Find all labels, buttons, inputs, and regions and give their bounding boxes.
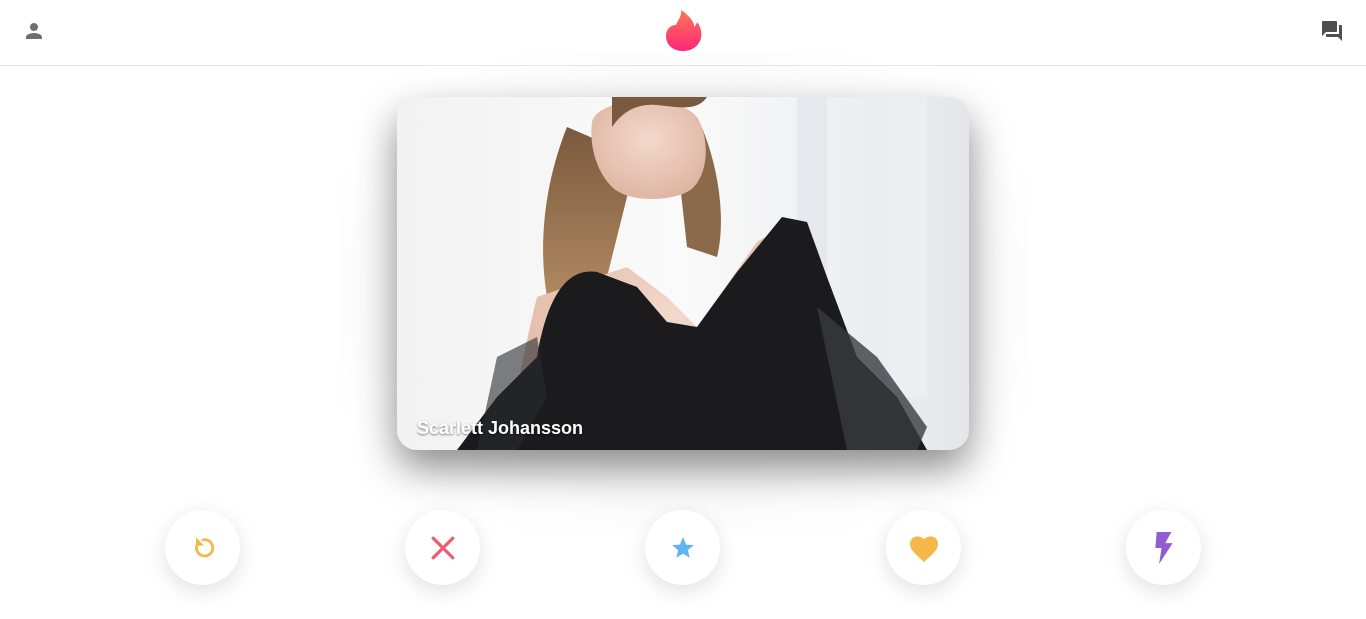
flame-logo-icon[interactable]	[664, 10, 702, 52]
like-button[interactable]	[886, 510, 961, 585]
profile-name: Scarlett Johansson	[417, 418, 584, 438]
person-icon[interactable]	[22, 19, 46, 43]
close-icon	[431, 536, 454, 559]
super-like-button[interactable]	[645, 510, 720, 585]
rewind-icon	[194, 537, 214, 557]
heart-icon	[909, 535, 938, 562]
profile-card[interactable]: Scarlett Johansson	[397, 97, 969, 450]
forum-icon[interactable]	[1320, 19, 1344, 43]
boost-button[interactable]	[1126, 510, 1201, 585]
bolt-icon	[1154, 531, 1173, 564]
profile-photo	[397, 97, 969, 450]
star-icon	[671, 536, 694, 558]
nope-button[interactable]	[405, 510, 480, 585]
rewind-button[interactable]	[165, 510, 240, 585]
